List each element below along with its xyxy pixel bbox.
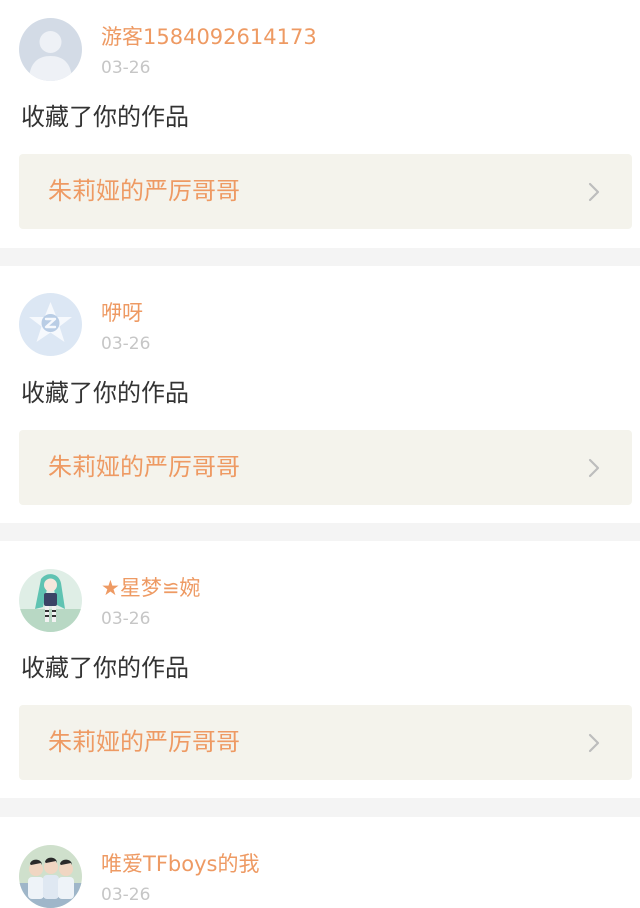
timestamp: 03-26 (101, 885, 151, 905)
chevron-right-icon (588, 733, 600, 753)
work-title: 朱莉娅的严厉哥哥 (48, 177, 240, 205)
timestamp: 03-26 (101, 334, 151, 354)
work-link-card[interactable]: 朱莉娅的严厉哥哥 (19, 705, 632, 780)
timestamp: 03-26 (101, 609, 151, 629)
work-title: 朱莉娅的严厉哥哥 (48, 453, 240, 481)
action-text: 收藏了你的作品 (21, 379, 189, 407)
notification-item: 唯爱TFboys的我 03-26 (0, 817, 640, 908)
qq-logo-avatar-icon[interactable] (19, 293, 82, 356)
notification-item: 游客1584092614173 03-26 收藏了你的作品 朱莉娅的严厉哥哥 (0, 0, 640, 248)
default-user-avatar-icon[interactable] (19, 18, 82, 81)
action-text: 收藏了你的作品 (21, 103, 189, 131)
action-text: 收藏了你的作品 (21, 654, 189, 682)
notification-item: 咿呀 03-26 收藏了你的作品 朱莉娅的严厉哥哥 (0, 266, 640, 523)
username[interactable]: 游客1584092614173 (101, 22, 317, 52)
username[interactable]: ★星梦≌婉 (101, 573, 200, 603)
notification-item: ★星梦≌婉 03-26 收藏了你的作品 朱莉娅的严厉哥哥 (0, 541, 640, 798)
group-photo-avatar-icon[interactable] (19, 845, 82, 908)
notification-feed: 游客1584092614173 03-26 收藏了你的作品 朱莉娅的严厉哥哥 咿… (0, 0, 640, 908)
username[interactable]: 唯爱TFboys的我 (101, 849, 259, 879)
work-title: 朱莉娅的严厉哥哥 (48, 728, 240, 756)
timestamp: 03-26 (101, 58, 151, 78)
chevron-right-icon (588, 458, 600, 478)
work-link-card[interactable]: 朱莉娅的严厉哥哥 (19, 430, 632, 505)
work-link-card[interactable]: 朱莉娅的严厉哥哥 (19, 154, 632, 229)
anime-character-avatar-icon[interactable] (19, 569, 82, 632)
chevron-right-icon (588, 182, 600, 202)
username[interactable]: 咿呀 (101, 298, 143, 328)
